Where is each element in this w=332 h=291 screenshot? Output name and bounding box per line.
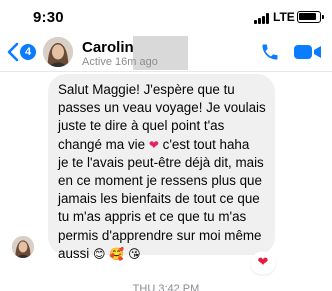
heart-reaction-badge[interactable]: ❤ <box>252 253 274 273</box>
heart-reaction-icon: ❤ <box>257 255 269 270</box>
message-line: jamais les bienfaits de tout ce que <box>58 191 260 207</box>
phone-icon[interactable] <box>260 42 280 62</box>
header-divider <box>0 71 332 72</box>
message-line: Salut Maggie! J'espère que tu <box>58 82 235 97</box>
message-line: permis d'apprendre sur moi même <box>58 227 262 243</box>
back-chevron-icon[interactable] <box>6 41 20 63</box>
status-bar: 9:30 LTE <box>0 0 332 36</box>
message-line: je te l'avais peut-être déjà dit, mais <box>58 154 264 170</box>
message-segment: c'est tout haha <box>162 136 250 152</box>
contact-avatar[interactable] <box>43 37 73 67</box>
message-timestamp: THU 3:42 PM <box>132 283 200 291</box>
message-line: changé ma vie ❤ c'est tout haha <box>58 136 266 154</box>
carrier-label: LTE <box>273 10 295 24</box>
signal-bars-icon <box>254 13 270 24</box>
sender-avatar[interactable] <box>12 236 34 258</box>
status-time: 9:30 <box>33 9 64 26</box>
message-line: tu m'as appris et ce que tu m'as <box>58 209 247 225</box>
message-segment: changé ma vie <box>58 136 146 152</box>
unread-count-badge[interactable]: 4 <box>20 44 36 60</box>
message-line: aussi 😊 🥰 😘 <box>58 245 266 263</box>
message-line: passes un veau voyage! Je voulais <box>58 100 266 116</box>
message-segment: aussi <box>58 245 90 261</box>
contact-status: Active 16m ago <box>82 56 158 68</box>
message-text: Salut Maggie! J'espère que tu passes un … <box>58 81 266 263</box>
message-line: juste te dire à quel point t'as <box>58 118 225 134</box>
emoji-group: 😊 🥰 😘 <box>93 246 141 261</box>
conversation-header: 4 Caroline Active 16m ago <box>0 34 332 72</box>
heart-emoji-icon: ❤ <box>148 137 159 152</box>
message-line: en ce moment je ressens plus que <box>58 173 262 189</box>
video-camera-icon[interactable] <box>293 43 323 61</box>
incoming-message-bubble[interactable]: Salut Maggie! J'espère que tu passes un … <box>48 74 275 261</box>
battery-icon <box>297 11 324 23</box>
